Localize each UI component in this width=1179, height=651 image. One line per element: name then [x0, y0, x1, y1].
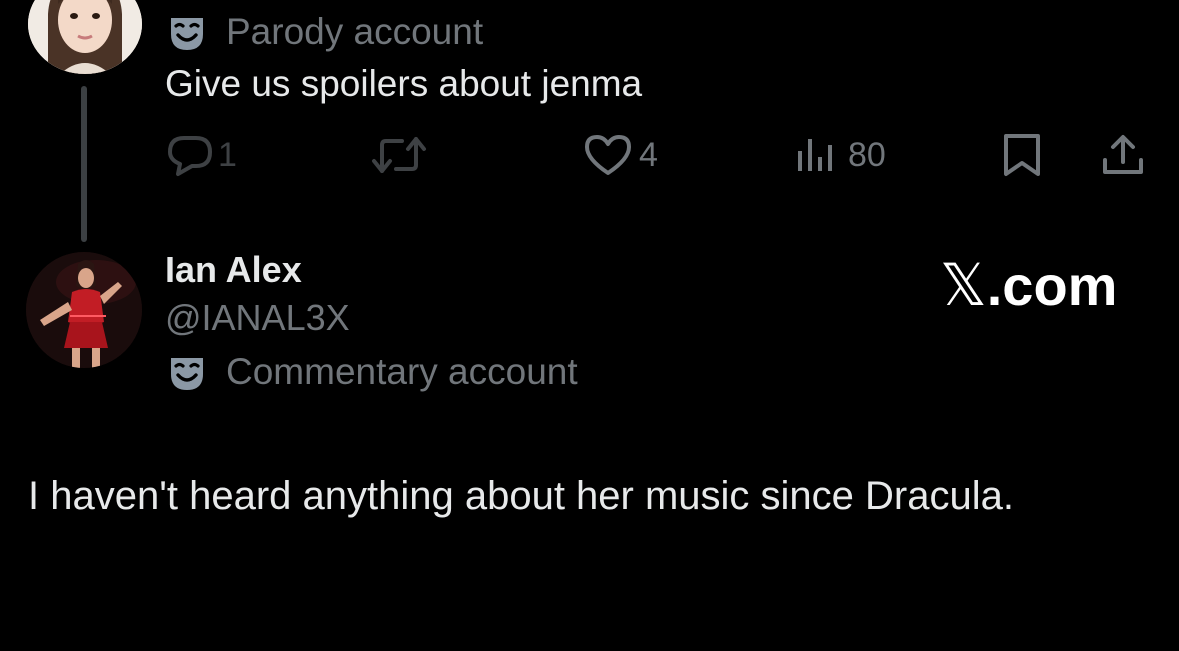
reply-button[interactable]: 1 [166, 132, 237, 178]
heart-icon [583, 133, 633, 177]
parent-avatar[interactable] [28, 0, 142, 74]
like-button[interactable]: 4 [583, 132, 658, 178]
author-avatar[interactable] [26, 252, 142, 368]
parent-account-label: Parody account [226, 11, 484, 52]
views-count: 80 [848, 135, 886, 174]
bookmark-icon [999, 132, 1045, 178]
author-handle[interactable]: @IANAL3X [165, 297, 350, 339]
share-button[interactable] [1100, 132, 1146, 178]
retweet-icon [370, 133, 428, 177]
retweet-button[interactable] [370, 132, 428, 178]
speech-bubble-icon [166, 133, 214, 177]
watermark-domain: .com [986, 254, 1118, 317]
theater-mask-icon [168, 14, 206, 52]
author-account-label: Commentary account [226, 351, 578, 392]
views-button[interactable]: 80 [794, 132, 886, 178]
reply-tweet-text: I haven't heard anything about her music… [28, 474, 1014, 518]
thread-connector-line [81, 86, 87, 242]
bookmark-button[interactable] [999, 132, 1045, 178]
like-count: 4 [639, 135, 658, 174]
author-display-name[interactable]: Ian Alex [165, 249, 302, 291]
theater-mask-icon [168, 354, 206, 392]
parent-tweet-text: Give us spoilers about jenma [165, 63, 643, 104]
reply-count: 1 [218, 135, 237, 174]
bar-chart-icon [794, 133, 838, 177]
x-com-watermark: 𝕏.com [940, 252, 1117, 319]
share-upload-icon [1100, 132, 1146, 178]
x-logo-glyph: 𝕏 [940, 251, 987, 319]
